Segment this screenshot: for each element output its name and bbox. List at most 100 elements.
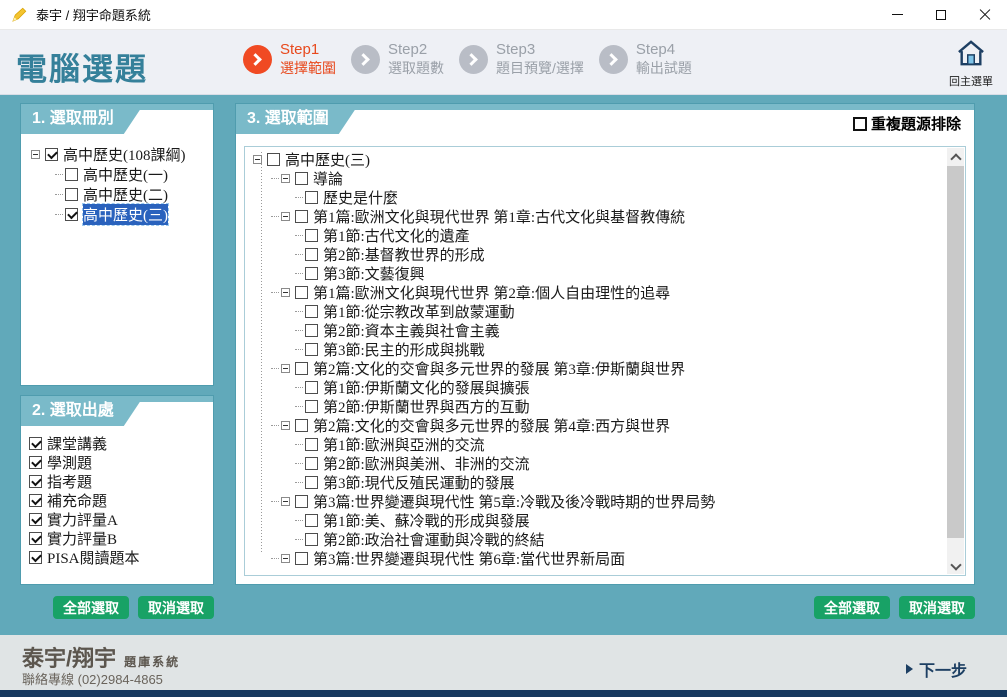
right-deselect-button[interactable]: 取消選取 [899,596,975,619]
range-checkbox[interactable] [305,229,318,242]
collapse-icon[interactable] [281,497,290,506]
right-button-row: 全部選取 取消選取 [235,596,975,619]
range-label[interactable]: 第1節:美、蘇冷戰的形成與發展 [323,510,530,531]
close-button[interactable] [963,0,1007,30]
range-checkbox[interactable] [295,286,308,299]
range-checkbox[interactable] [305,438,318,451]
collapse-icon[interactable] [281,364,290,373]
right-select-all-button[interactable]: 全部選取 [814,596,890,619]
range-label[interactable]: 第2篇:文化的交會與多元世界的發展 第4章:西方與世界 [313,415,670,436]
source-checkbox[interactable] [29,551,42,564]
minimize-button[interactable] [875,0,919,30]
collapse-icon[interactable] [281,554,290,563]
range-checkbox[interactable] [295,362,308,375]
range-label[interactable]: 第2節:基督教世界的形成 [323,244,485,265]
range-label[interactable]: 第3節:文藝復興 [323,263,425,284]
source-label[interactable]: 實力評量A [47,509,118,530]
tree-connector [55,174,63,175]
range-checkbox[interactable] [305,343,318,356]
range-checkbox[interactable] [305,457,318,470]
range-checkbox[interactable] [305,476,318,489]
range-label[interactable]: 第2節:歐洲與美洲、非洲的交流 [323,453,530,474]
range-checkbox[interactable] [305,267,318,280]
step-chevron-icon [243,45,272,74]
scrollbar[interactable] [947,148,964,574]
left-select-all-button[interactable]: 全部選取 [53,596,129,619]
source-label[interactable]: 補充命題 [47,490,107,511]
collapse-icon[interactable] [281,288,290,297]
range-checkbox[interactable] [295,210,308,223]
range-checkbox[interactable] [305,248,318,261]
dedupe-option[interactable]: 重複題源排除 [853,113,961,134]
collapse-icon[interactable] [281,212,290,221]
range-label[interactable]: 第2篇:文化的交會與多元世界的發展 第3章:伊斯蘭與世界 [313,358,685,379]
range-label[interactable]: 第1節:伊斯蘭文化的發展與擴張 [323,377,530,398]
range-label[interactable]: 導論 [313,168,343,189]
range-checkbox[interactable] [305,324,318,337]
step-3: Step3題目預覽/選擇 [459,41,584,77]
volume-label[interactable]: 高中歷史(二) [83,184,168,205]
range-checkbox[interactable] [305,305,318,318]
range-label[interactable]: 第3節:現代反殖民運動的發展 [323,472,515,493]
scroll-up-button[interactable] [947,148,964,165]
range-label[interactable]: 高中歷史(三) [285,149,370,170]
volume-label[interactable]: 高中歷史(108課綱) [63,144,186,165]
range-row: 第2節:基督教世界的形成 [251,245,965,264]
volume-checkbox[interactable] [65,168,78,181]
source-checkbox[interactable] [29,456,42,469]
source-label[interactable]: 學測題 [47,452,92,473]
collapse-icon[interactable] [281,174,290,183]
range-checkbox[interactable] [295,552,308,565]
source-label[interactable]: 指考題 [47,471,92,492]
maximize-button[interactable] [919,0,963,30]
volume-checkbox[interactable] [45,148,58,161]
source-checkbox[interactable] [29,494,42,507]
range-checkbox[interactable] [267,153,280,166]
source-label[interactable]: 課堂講義 [47,433,107,454]
volume-label[interactable]: 高中歷史(一) [83,164,168,185]
volume-checkbox[interactable] [65,208,78,221]
range-checkbox[interactable] [305,533,318,546]
footer: 泰宇/翔宇 題庫系統 聯絡專線 (02)2984-4865 下一步 [0,635,1007,690]
range-checkbox[interactable] [305,191,318,204]
range-label[interactable]: 歷史是什麼 [323,187,398,208]
source-checkbox[interactable] [29,532,42,545]
range-label[interactable]: 第1節:歐洲與亞洲的交流 [323,434,485,455]
tree-connector [295,235,303,236]
range-checkbox[interactable] [305,400,318,413]
range-label[interactable]: 第1篇:歐洲文化與現代世界 第2章:個人自由理性的追尋 [313,282,670,303]
tree-connector [295,482,303,483]
range-label[interactable]: 第3篇:世界變遷與現代性 第6章:當代世界新局面 [313,548,625,569]
scrollbar-thumb[interactable] [947,166,964,538]
range-label[interactable]: 第1篇:歐洲文化與現代世界 第1章:古代文化與基督教傳統 [313,206,685,227]
source-checkbox[interactable] [29,513,42,526]
range-label[interactable]: 第1節:古代文化的遺產 [323,225,470,246]
left-deselect-button[interactable]: 取消選取 [138,596,214,619]
tree-connector [295,444,303,445]
step-chevron-icon [459,45,488,74]
source-label[interactable]: 實力評量B [47,528,117,549]
range-label[interactable]: 第2節:伊斯蘭世界與西方的互動 [323,396,530,417]
range-checkbox[interactable] [295,172,308,185]
range-label[interactable]: 第2節:資本主義與社會主義 [323,320,500,341]
range-checkbox[interactable] [295,419,308,432]
source-label[interactable]: PISA閱讀題本 [47,547,140,568]
range-checkbox[interactable] [305,514,318,527]
collapse-icon[interactable] [253,155,262,164]
source-checkbox[interactable] [29,437,42,450]
range-label[interactable]: 第3節:民主的形成與挑戰 [323,339,485,360]
collapse-icon[interactable] [281,421,290,430]
range-checkbox[interactable] [295,495,308,508]
next-step-button[interactable]: 下一步 [906,657,967,681]
range-label[interactable]: 第3篇:世界變遷與現代性 第5章:冷戰及後冷戰時期的世界局勢 [313,491,715,512]
collapse-icon[interactable] [31,150,40,159]
volume-checkbox[interactable] [65,188,78,201]
range-label[interactable]: 第2節:政治社會運動與冷戰的終結 [323,529,545,550]
dedupe-checkbox[interactable] [853,117,867,131]
range-label[interactable]: 第1節:從宗教改革到啟蒙運動 [323,301,515,322]
scroll-down-button[interactable] [947,557,964,574]
home-button[interactable]: 回主選單 [945,40,997,89]
range-checkbox[interactable] [305,381,318,394]
volume-label[interactable]: 高中歷史(三) [83,204,168,225]
source-checkbox[interactable] [29,475,42,488]
